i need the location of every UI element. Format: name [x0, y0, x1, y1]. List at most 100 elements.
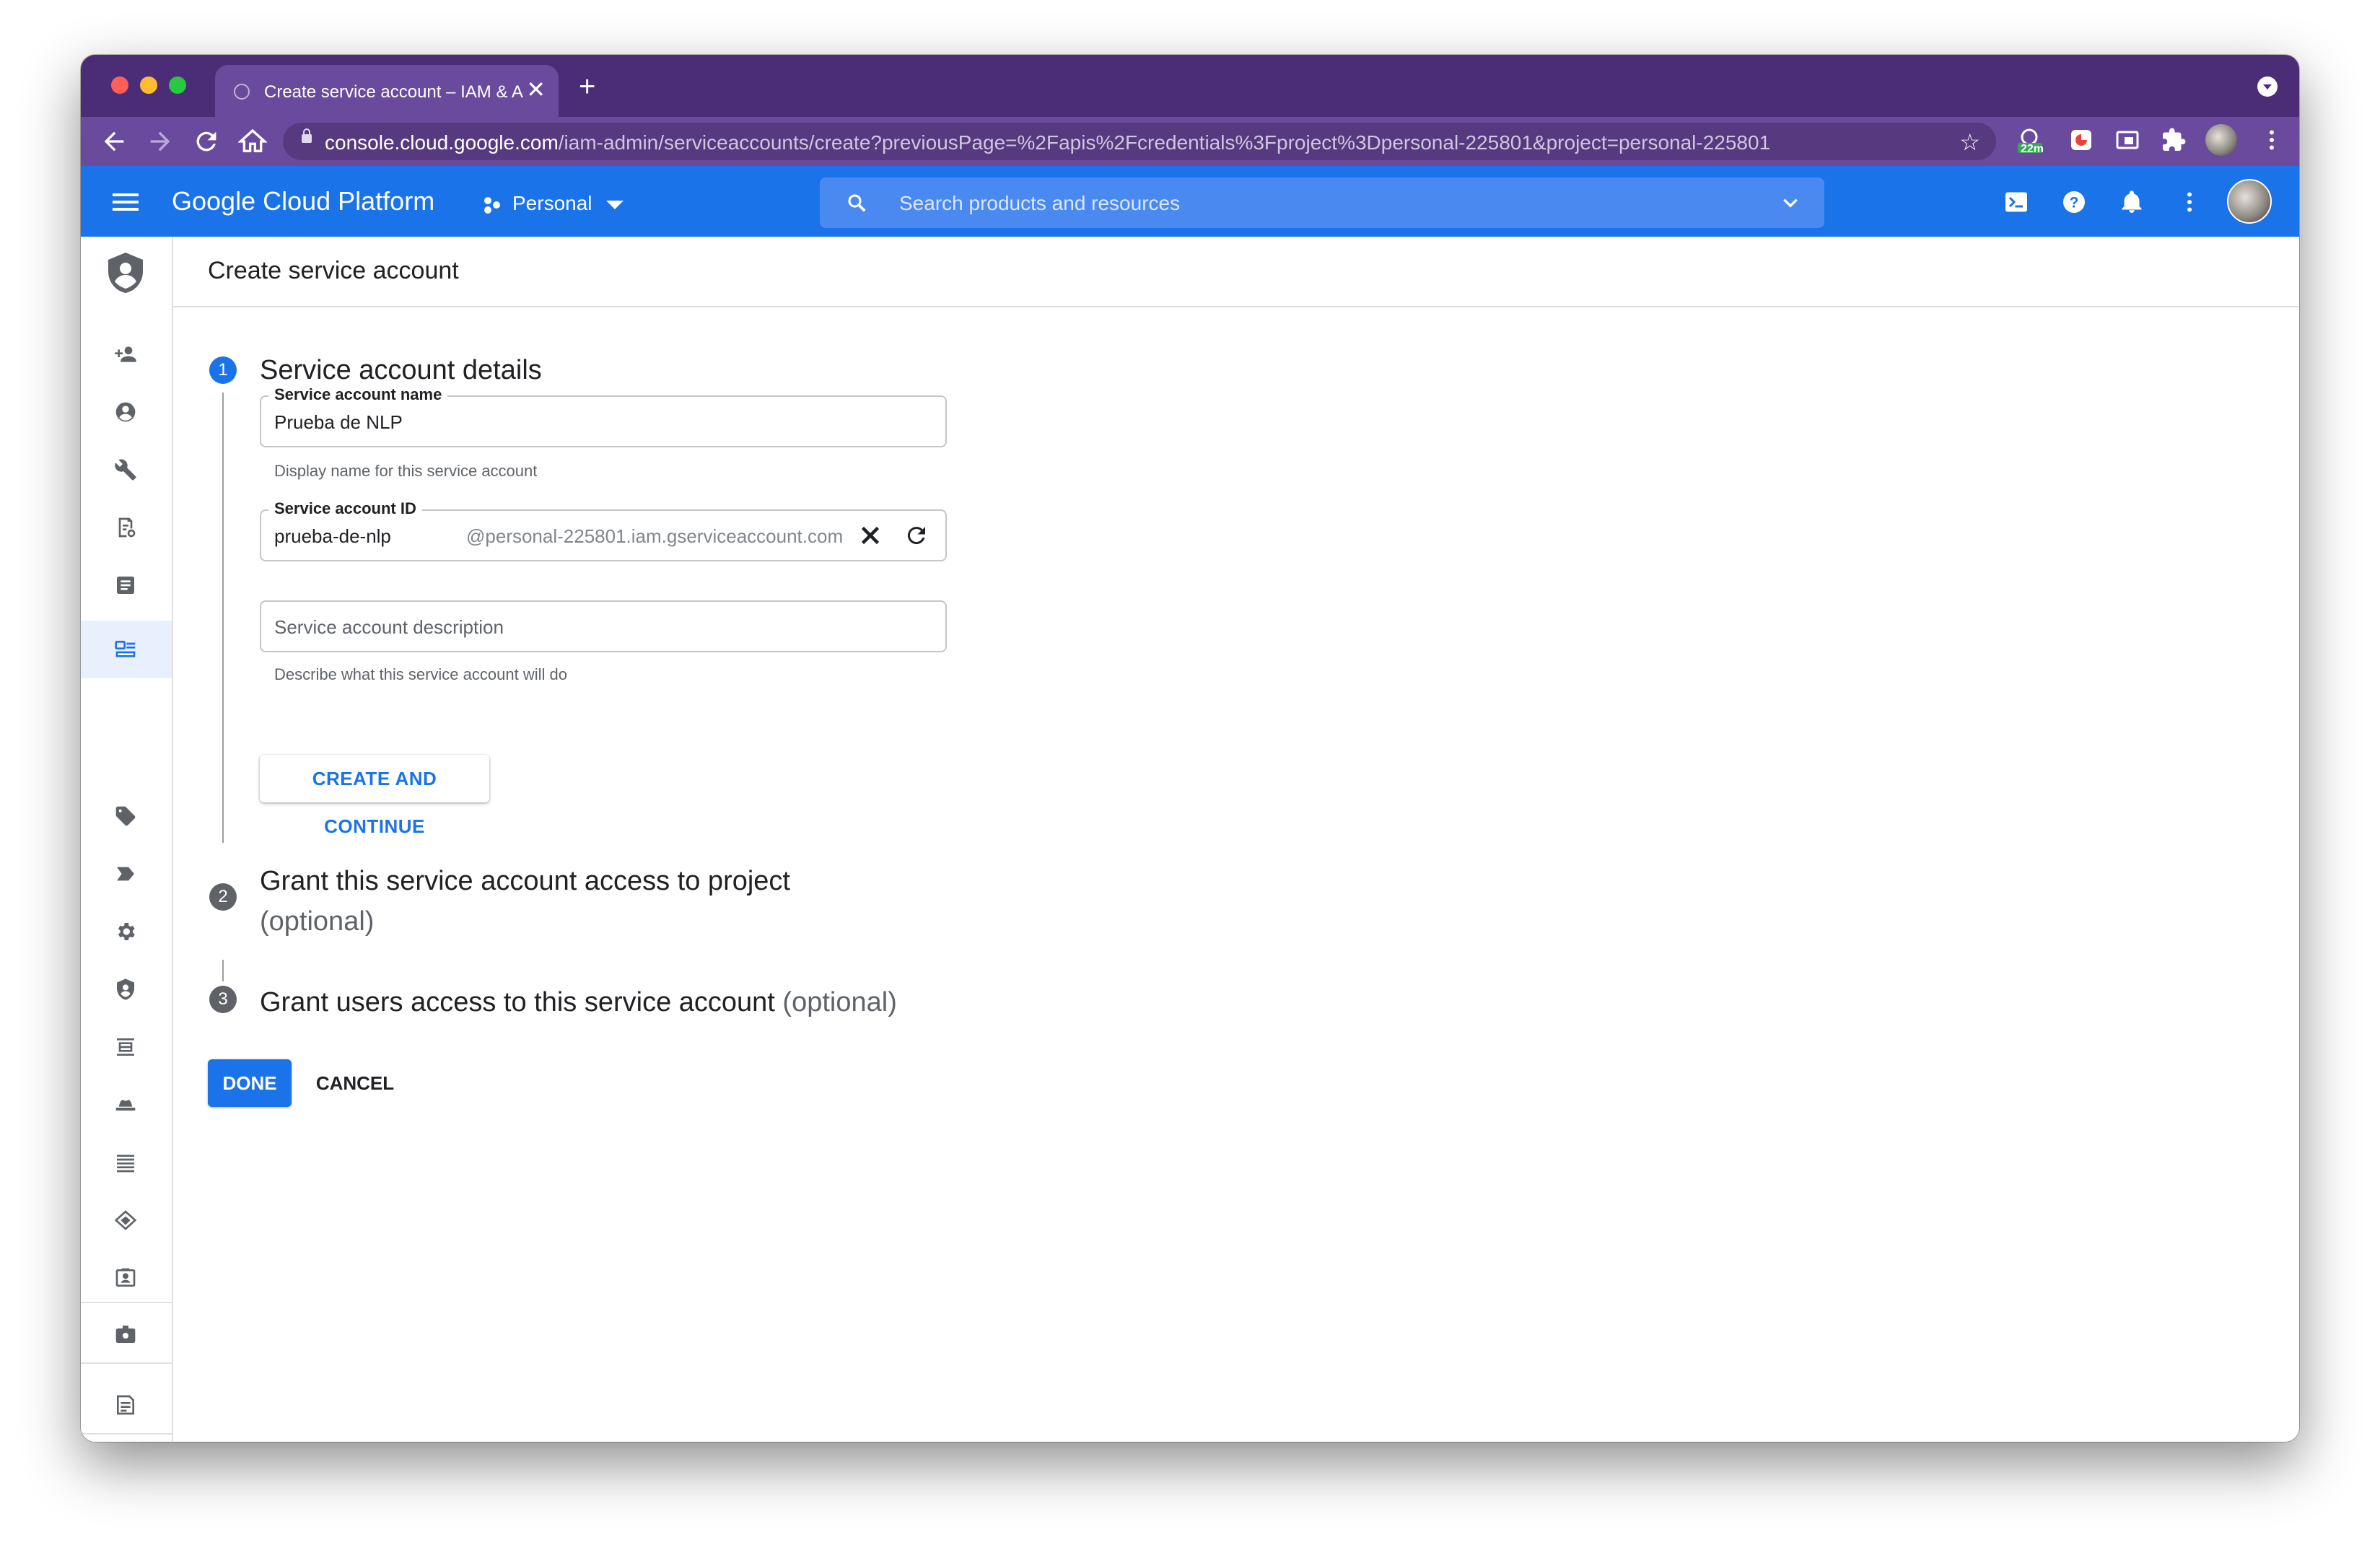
- search-bar[interactable]: Search products and resources: [820, 178, 1824, 228]
- chevron-down-icon[interactable]: [1781, 193, 1800, 212]
- identity-card-icon: [115, 1268, 136, 1287]
- url-text: console.cloud.google.com/iam-admin/servi…: [325, 131, 1771, 154]
- maximize-window-button[interactable]: [169, 76, 186, 94]
- home-icon[interactable]: [238, 127, 267, 156]
- bookmark-star-icon[interactable]: ☆: [1959, 128, 1980, 156]
- chevron-down-icon: [606, 201, 624, 209]
- sidebar-item-troubleshooter[interactable]: [81, 447, 172, 491]
- step-3-title[interactable]: Grant users access to this service accou…: [260, 987, 897, 1018]
- forward-icon[interactable]: [146, 127, 175, 156]
- back-icon[interactable]: [100, 127, 128, 156]
- page-header: Create service account: [173, 237, 2299, 307]
- sidebar-item-tags[interactable]: [81, 851, 172, 895]
- extension-timer-icon[interactable]: 22m: [2016, 127, 2044, 155]
- more-vert-icon[interactable]: [2176, 189, 2202, 215]
- address-bar[interactable]: console.cloud.google.com/iam-admin/servi…: [283, 123, 1996, 160]
- step-1-title: Service account details: [260, 355, 542, 385]
- step-3-optional: (optional): [782, 987, 897, 1017]
- cloud-shell-icon[interactable]: [2003, 189, 2029, 215]
- browser-menu-icon[interactable]: [2259, 127, 2285, 153]
- list-alt-icon: [117, 1038, 134, 1056]
- create-and-continue-button[interactable]: CREATE AND CONTINUE: [260, 755, 489, 837]
- list-icon: [117, 1155, 134, 1173]
- service-account-id-suffix: @personal-225801.iam.gserviceaccount.com: [466, 525, 844, 547]
- sidebar-item-privacy-security[interactable]: [81, 967, 172, 1010]
- service-account-name-field[interactable]: Service account name Prueba de NLP: [260, 385, 947, 447]
- sidebar-item-identity[interactable]: [81, 390, 172, 433]
- minimize-window-button[interactable]: [140, 76, 157, 94]
- step-1-number: 1: [209, 356, 237, 384]
- settings-box-icon: [115, 1326, 136, 1343]
- service-account-name-hint: Display name for this service account: [274, 462, 538, 480]
- gcp-brand[interactable]: Google Cloud Platform: [172, 186, 434, 216]
- done-button[interactable]: DONE: [208, 1059, 292, 1107]
- reload-icon[interactable]: [192, 127, 221, 156]
- step-2-title[interactable]: Grant this service account access to pro…: [260, 866, 790, 897]
- tab-search-button[interactable]: [2257, 76, 2278, 97]
- search-icon: [848, 194, 866, 212]
- menu-icon[interactable]: [113, 193, 139, 211]
- sidebar-item-workload-identity[interactable]: [81, 1256, 172, 1299]
- service-account-id-input[interactable]: prueba-de-nlp: [274, 525, 391, 548]
- service-account-description-input[interactable]: Service account description: [274, 616, 504, 639]
- sidebar-divider: [81, 1433, 172, 1435]
- tab-strip: Create service account – IAM & Admin ✕ +: [81, 55, 2299, 117]
- sidebar-item-settings[interactable]: [81, 909, 172, 953]
- gear-icon: [118, 923, 135, 940]
- step-connector: [222, 393, 224, 843]
- gcp-header: Google Cloud Platform Personal Search pr…: [81, 166, 2299, 237]
- extension-red-icon[interactable]: [2068, 127, 2094, 153]
- tab-close-icon[interactable]: ✕: [526, 78, 546, 101]
- extension-badge: 22m: [2021, 143, 2044, 155]
- security-shield-icon: [117, 978, 134, 1000]
- release-notes-icon: [117, 1395, 134, 1415]
- sidebar-item-manage-resources[interactable]: [81, 1312, 172, 1355]
- sidebar-item-audit[interactable]: [81, 1140, 172, 1183]
- sidebar-item-policy[interactable]: [81, 505, 172, 548]
- refresh-icon[interactable]: [904, 522, 929, 548]
- service-account-id-label: Service account ID: [268, 499, 422, 518]
- clear-icon[interactable]: [857, 522, 883, 548]
- person-add-icon: [115, 346, 136, 362]
- step-connector: [222, 960, 224, 981]
- close-window-button[interactable]: [111, 76, 128, 94]
- sidebar-item-organization[interactable]: [81, 563, 172, 606]
- article-icon: [117, 577, 134, 594]
- cancel-button[interactable]: CANCEL: [313, 1059, 397, 1107]
- sidebar-item-iap[interactable]: [81, 1025, 172, 1068]
- main-panel: 1 Service account details Service accoun…: [173, 307, 2299, 1442]
- notifications-icon[interactable]: [2119, 189, 2145, 215]
- tag-icon: [115, 806, 136, 826]
- new-tab-button[interactable]: +: [579, 72, 595, 101]
- tab-title: Create service account – IAM & Admin: [264, 82, 524, 102]
- service-account-id-field[interactable]: Service account ID prueba-de-nlp @person…: [260, 499, 947, 561]
- label-icon: [117, 867, 134, 881]
- search-input[interactable]: Search products and resources: [899, 192, 1180, 215]
- account-avatar[interactable]: [2227, 179, 2272, 224]
- sidebar-item-quotas[interactable]: [81, 1198, 172, 1241]
- help-icon[interactable]: ?: [2061, 189, 2087, 215]
- sidebar-item-add-member[interactable]: [81, 332, 172, 375]
- service-accounts-icon: [115, 641, 136, 657]
- wrench-icon: [115, 459, 136, 481]
- svg-text:?: ?: [2070, 195, 2079, 211]
- lock-icon: [302, 128, 312, 143]
- step-2-optional: (optional): [260, 906, 375, 937]
- sidebar-item-labels[interactable]: [81, 794, 172, 837]
- sidebar-item-identity-platform[interactable]: [81, 1082, 172, 1126]
- project-name: Personal: [512, 192, 592, 214]
- sidebar-item-release-notes[interactable]: [81, 1383, 172, 1426]
- profile-avatar[interactable]: [2205, 124, 2237, 156]
- service-account-description-field[interactable]: Service account description: [260, 600, 947, 652]
- spy-hat-icon: [115, 1100, 136, 1111]
- browser-tab[interactable]: Create service account – IAM & Admin ✕: [215, 65, 559, 117]
- receipt-icon: [118, 517, 136, 538]
- service-account-name-input[interactable]: Prueba de NLP: [274, 411, 403, 434]
- extensions-puzzle-icon[interactable]: [2161, 127, 2187, 153]
- tab-favicon-icon: [234, 84, 250, 100]
- account-circle-icon: [115, 402, 136, 422]
- extension-window-icon[interactable]: [2114, 127, 2140, 153]
- sidebar-item-service-accounts[interactable]: [81, 621, 172, 678]
- service-account-description-hint: Describe what this service account will …: [274, 665, 567, 683]
- page-title: Create service account: [208, 257, 459, 284]
